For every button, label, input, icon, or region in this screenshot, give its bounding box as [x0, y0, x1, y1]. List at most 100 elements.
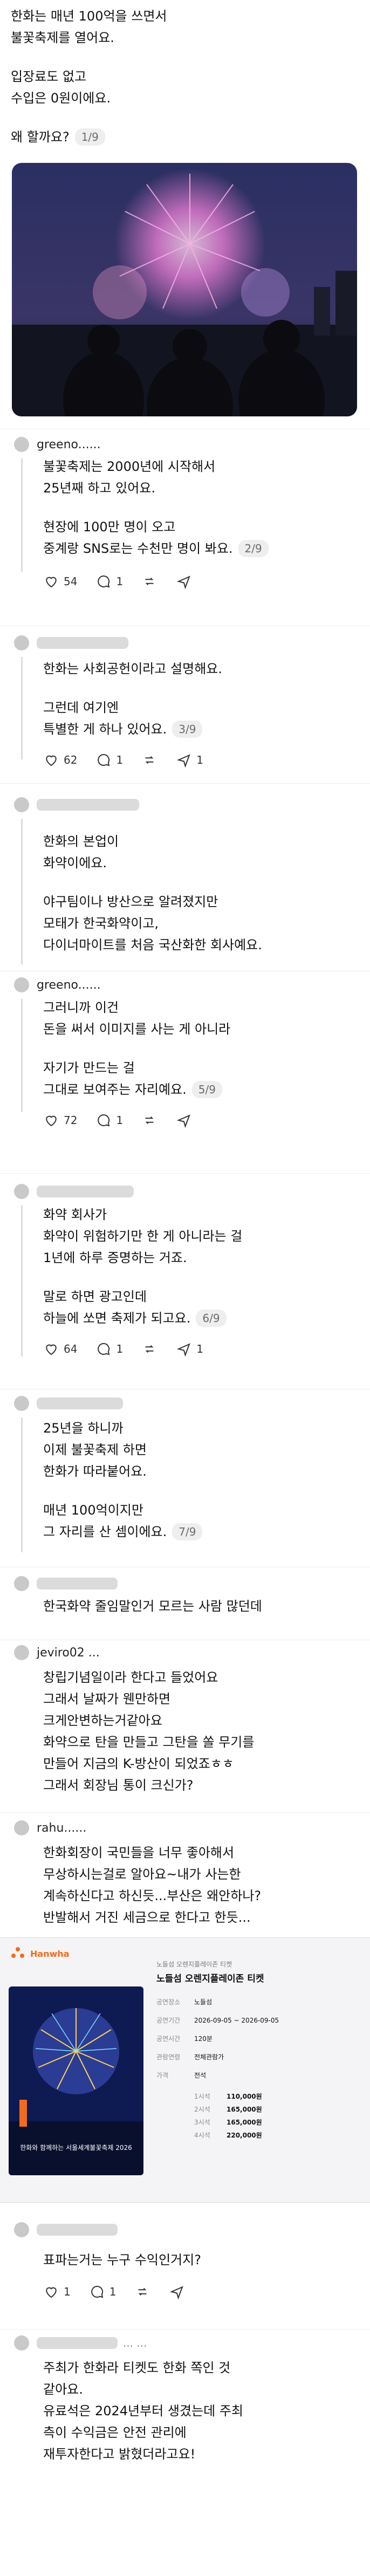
share-button[interactable]: 1 [176, 752, 203, 768]
like-button[interactable]: 54 [43, 573, 77, 590]
post-line: 유료석은 2024년부터 생겼는데 주최 [43, 2403, 244, 2419]
page-indicator: 3/9 [172, 721, 203, 738]
heart-icon [46, 755, 57, 766]
comment-button[interactable]: 1 [95, 1112, 123, 1128]
post-line: 반발해서 거진 세금으로 한다고 한듯... [43, 1910, 251, 1925]
post-line: 그대로 보여주는 자리예요. [43, 1082, 187, 1097]
avatar[interactable] [14, 2335, 29, 2351]
page-indicator: 2/9 [238, 540, 269, 557]
avatar[interactable] [14, 1184, 29, 1199]
post-line: 현장에 100만 명이 오고 [43, 519, 176, 535]
username-blurred [37, 1397, 123, 1409]
username-blurred [37, 2337, 118, 2349]
username-blurred [37, 1578, 118, 1590]
repost-button[interactable] [141, 752, 157, 768]
username[interactable]: ... ... [123, 2337, 147, 2349]
page-indicator: 7/9 [172, 1523, 203, 1540]
share-button[interactable] [176, 573, 192, 590]
post-line: 1년에 하루 증명하는 거죠. [43, 1250, 187, 1265]
post-line: 창립기념일이라 한다고 들었어요 [43, 1670, 218, 1685]
post-line: 중계랑 SNS로는 수천만 명이 봐요. [43, 541, 233, 556]
post-6: 화약 회사가 화약이 위험하기만 한 게 아니라는 걸 1년에 하루 증명하는 … [43, 1204, 361, 1357]
post-8: 한국화약 줄임말인거 모르는 사람 많던데 [43, 1595, 361, 1617]
share-button[interactable]: 1 [176, 1341, 203, 1357]
avatar[interactable] [14, 1576, 29, 1591]
post-line: 같아요. [43, 2382, 83, 2397]
comment-button[interactable]: 1 [95, 1341, 123, 1357]
post-line: 말로 하면 광고인데 [43, 1289, 147, 1304]
ticket-screenshot[interactable]: Hanwha 한화와 함께하는 서울세계불꽃축제 2026 노들섬 오렌지플레이… [0, 1937, 370, 2203]
post-4-header [14, 797, 139, 812]
post-line: 다이너마이트를 처음 국산화한 회사예요. [43, 937, 262, 953]
avatar[interactable] [14, 1820, 29, 1835]
fireworks-image [12, 163, 357, 416]
username[interactable]: greeno...... [37, 438, 101, 451]
post-line: 만들어 지금의 K-방산이 되었죠ㅎㅎ [43, 1756, 234, 1771]
post-2: 불꽃축제는 2000년에 시작해서 25년째 하고 있어요. 현장에 100만 … [43, 456, 361, 590]
username[interactable]: greeno...... [37, 978, 101, 992]
username[interactable]: rahu...... [37, 1821, 86, 1835]
post-line: 한화는 사회공헌이라고 설명해요. [43, 661, 223, 676]
post-line: 화약이에요. [43, 855, 107, 871]
post-11: 표파는거는 누구 수익인거지? 1 1 [43, 2249, 361, 2300]
share-icon [170, 2286, 184, 2300]
comment-icon [98, 753, 110, 766]
comment-button[interactable]: 1 [95, 752, 123, 768]
avatar[interactable] [14, 437, 29, 452]
repost-button[interactable] [141, 1112, 157, 1128]
avatar[interactable] [14, 635, 29, 650]
comment-icon [98, 1114, 110, 1127]
comment-button[interactable]: 1 [89, 2284, 116, 2300]
repost-icon [145, 578, 154, 585]
info-row: 공연장소 노들섬 [156, 1998, 213, 2006]
avatar[interactable] [14, 1645, 29, 1660]
post-4: 한화의 본업이 화약이에요. 야구팀이나 방산으로 알려졌지만 모태가 한국화약… [43, 831, 361, 956]
comment-count: 1 [116, 753, 124, 766]
avatar[interactable] [14, 2222, 29, 2237]
post-line: 한화가 따라붙어요. [43, 1464, 147, 1479]
username[interactable]: jeviro02 ... [37, 1646, 100, 1660]
post-3-header [14, 635, 128, 650]
share-button[interactable] [169, 2284, 185, 2300]
repost-icon [138, 2288, 147, 2296]
like-count: 1 [64, 2285, 71, 2298]
heart-icon [46, 1344, 57, 1355]
post-line: 표파는거는 누구 수익인거지? [43, 2252, 201, 2267]
username-blurred [37, 1186, 134, 1197]
comment-icon [91, 2285, 104, 2298]
like-count: 62 [64, 753, 78, 766]
repost-button[interactable] [141, 573, 157, 590]
post-line: 한화회장이 국민들을 너무 좋아해서 [43, 1845, 235, 1860]
post-10-header: rahu...... [14, 1820, 86, 1835]
poster-title: 한화와 함께하는 서울세계불꽃축제 2026 [20, 2144, 132, 2152]
share-count: 1 [196, 1342, 203, 1355]
post-line: 그래서 회장님 통이 크신가? [43, 1778, 194, 1793]
avatar[interactable] [14, 797, 29, 812]
share-count: 1 [196, 753, 203, 766]
post-line: 불꽃축제를 열어요. [11, 30, 114, 45]
page-indicator: 1/9 [74, 128, 105, 146]
price-row: 3시석 165,000원 [194, 2119, 262, 2126]
avatar[interactable] [14, 1396, 29, 1411]
fireworks-photo[interactable] [12, 163, 357, 416]
repost-button[interactable] [141, 1341, 157, 1357]
post-line: 매년 100억이지만 [43, 1503, 143, 1518]
like-button[interactable]: 64 [43, 1341, 77, 1357]
avatar[interactable] [14, 977, 29, 992]
repost-button[interactable] [134, 2284, 150, 2300]
price-table: 1시석 110,000원 2시석 165,000원 3시석 165,000원 4시석 2… [194, 2090, 361, 2142]
like-count: 54 [64, 575, 78, 588]
page-indicator: 5/9 [191, 1081, 222, 1098]
post-line: 돈을 써서 이미지를 사는 게 아니라 [43, 1022, 231, 1037]
price-row: 1시석 110,000원 [194, 2093, 262, 2100]
post-line: 화약 회사가 [43, 1207, 107, 1222]
share-button[interactable] [176, 1112, 192, 1128]
like-button[interactable]: 62 [43, 752, 77, 768]
like-button[interactable]: 72 [43, 1112, 77, 1128]
comment-button[interactable]: 1 [95, 573, 123, 590]
post-7-header [14, 1396, 123, 1411]
price-row: 2시석 165,000원 [194, 2106, 262, 2113]
post-9: 창립기념일이라 한다고 들었어요 그래서 날짜가 웬만하면 크게안변하는거같아요… [43, 1667, 361, 1796]
post-9-header: jeviro02 ... [14, 1645, 100, 1660]
like-button[interactable]: 1 [43, 2284, 71, 2300]
